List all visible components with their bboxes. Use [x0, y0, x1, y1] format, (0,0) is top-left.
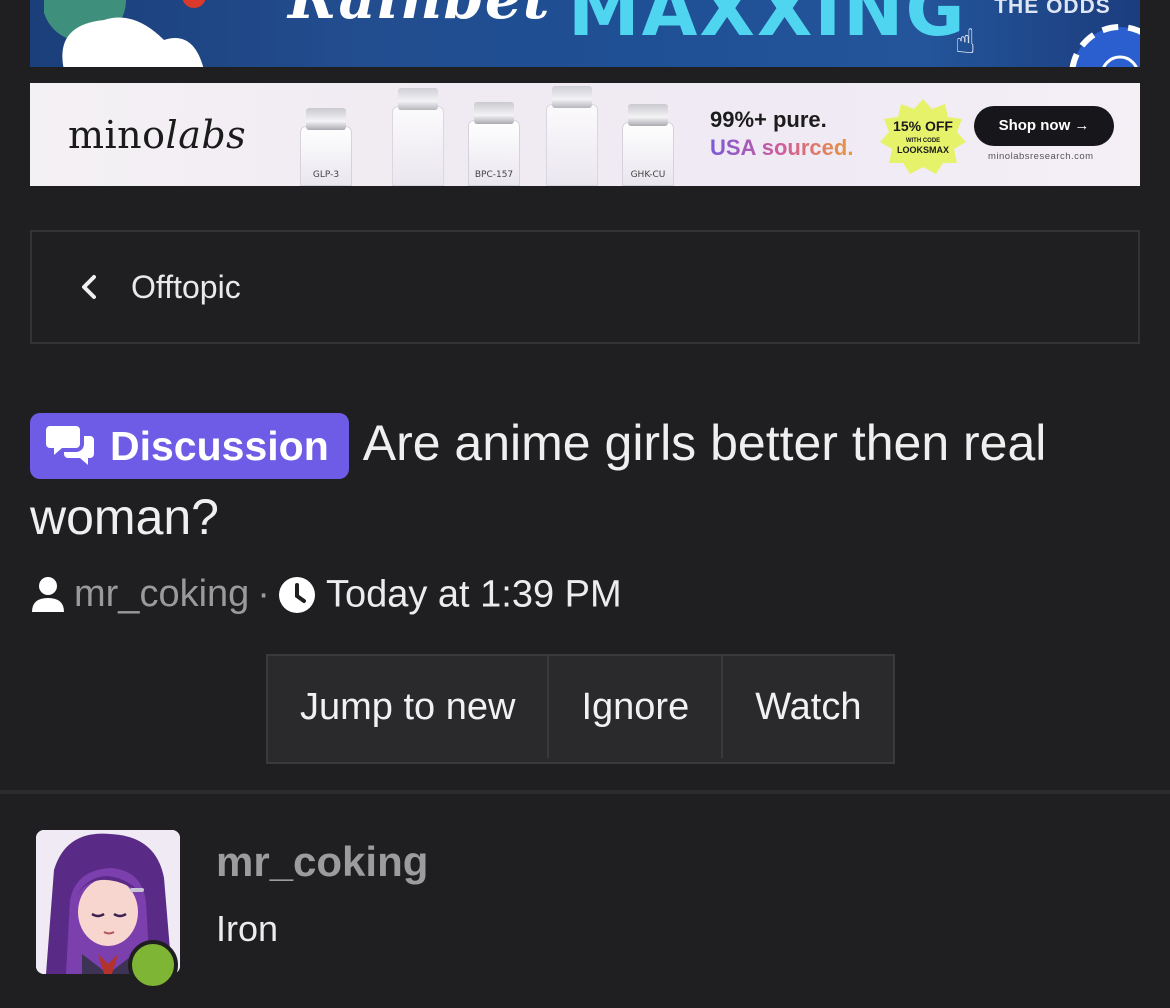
rainbet-ad-banner[interactable]: Rainbet MAXXING THE ODDS ☝ — [30, 0, 1140, 67]
discussion-prefix-badge[interactable]: Discussion — [30, 413, 349, 479]
thread-timestamp[interactable]: Today at 1:39 PM — [326, 573, 622, 615]
product-vial: BPC-157 — [468, 102, 520, 186]
thread-author-link[interactable]: mr_coking — [74, 573, 249, 615]
promo-code-text: LOOKSMAX — [897, 145, 949, 155]
pointer-hand-icon: ☝ — [955, 23, 976, 61]
ad-site-url: minolabsresearch.com — [988, 151, 1094, 162]
jump-to-new-button[interactable]: Jump to new — [268, 656, 550, 758]
watch-button[interactable]: Watch — [723, 656, 893, 758]
meta-separator: · — [257, 573, 270, 616]
user-rank-title: Iron — [216, 908, 279, 949]
mascot-illustration — [44, 0, 206, 67]
product-vial — [392, 88, 444, 186]
product-vial: GLP-3 — [300, 108, 352, 186]
rainbet-logo-text: Rainbet — [288, 0, 551, 32]
section-divider — [0, 790, 1170, 794]
ignore-button[interactable]: Ignore — [549, 656, 724, 758]
product-vial: GHK-CU — [622, 104, 674, 186]
thread-meta: mr_coking · Today at 1:39 PM — [30, 572, 622, 624]
user-icon — [32, 576, 64, 612]
ad-tagline-sourced: USA sourced. — [710, 135, 854, 160]
product-vial — [546, 86, 598, 186]
poker-chip-icon — [1069, 24, 1140, 67]
comments-icon — [46, 426, 94, 465]
thread-title-block: Discussion Are anime girls better then re… — [30, 406, 1140, 554]
shop-now-button[interactable]: Shop now → — [974, 106, 1114, 146]
badge-label: Discussion — [110, 423, 329, 469]
promo-burst-badge: 15% OFF WITH CODE LOOKSMAX — [880, 99, 966, 174]
promo-main-text: 15% OFF — [893, 118, 953, 134]
ad-tagline-purity: 99%+ pure. — [710, 107, 827, 132]
minolabs-logo: minolabs — [68, 113, 247, 157]
promo-sub-text: WITH CODE — [906, 138, 940, 144]
chevron-left-icon — [82, 275, 96, 299]
breadcrumb-forum-link[interactable]: Offtopic — [131, 269, 241, 306]
online-status-indicator — [128, 940, 178, 990]
post-username-link[interactable]: mr_coking — [216, 838, 428, 886]
thread-action-buttons: Jump to new Ignore Watch — [266, 654, 896, 764]
breadcrumb[interactable]: Offtopic — [30, 230, 1140, 344]
clock-icon — [278, 576, 315, 613]
minolabs-ad-banner[interactable]: minolabs GLP-3 BPC-157 GHK-CU 99%+ pure.… — [30, 83, 1140, 186]
ad-headline: MAXXING — [568, 0, 967, 52]
